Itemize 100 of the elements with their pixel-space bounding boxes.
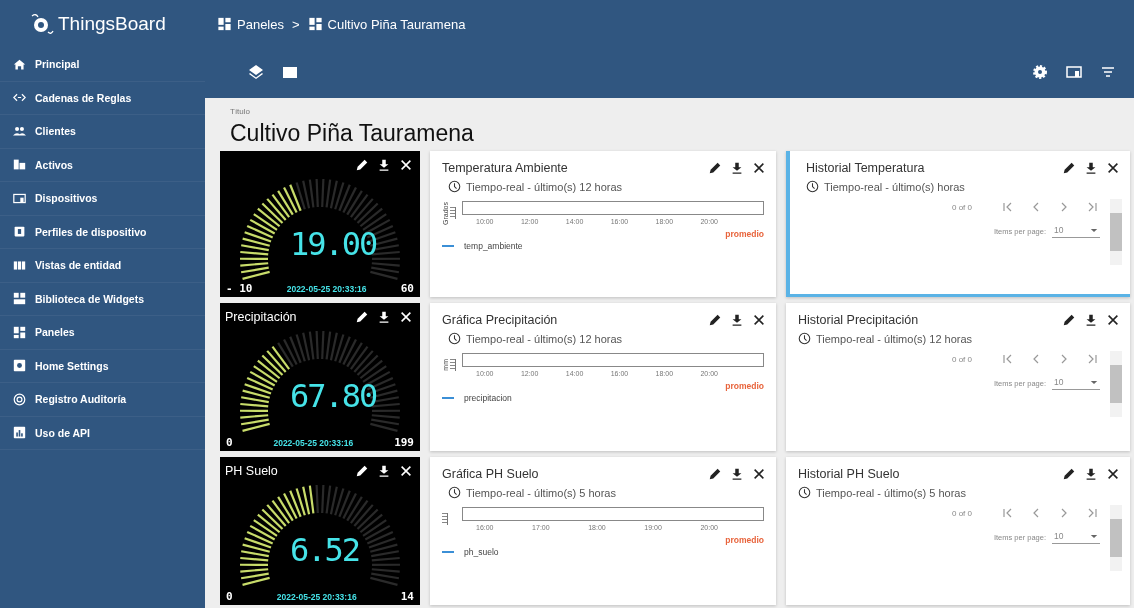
legend-line xyxy=(442,551,454,553)
widget-title: PH Suelo xyxy=(225,464,278,478)
sidebar-label: Dispositivos xyxy=(35,192,98,205)
building-icon xyxy=(13,158,26,172)
sidebar-label: Cadenas de Reglas xyxy=(35,91,132,104)
sidebar-item[interactable]: Home Settings xyxy=(0,349,205,383)
dashboard-title: Cultivo Piña Tauramena xyxy=(230,120,474,147)
download-icon xyxy=(730,467,744,481)
legend-label: precipitacion xyxy=(464,393,512,403)
close-icon xyxy=(1106,467,1120,481)
close-icon xyxy=(399,464,413,478)
widget-title: Historial Precipitación xyxy=(798,313,919,327)
clock-icon xyxy=(448,486,461,499)
clock-icon xyxy=(806,180,819,193)
field-label: Título xyxy=(230,107,250,116)
fullscreen-button[interactable] xyxy=(282,64,298,80)
legend-label: temp_ambiente xyxy=(464,241,523,251)
bar-chart-icon xyxy=(13,426,26,440)
breadcrumb-link[interactable]: Paneles xyxy=(217,16,284,32)
sidebar-label: Home Settings xyxy=(35,359,109,372)
clock-icon xyxy=(798,486,811,499)
sidebar-label: Biblioteca de Widgets xyxy=(35,292,144,305)
download-icon xyxy=(1084,467,1098,481)
page-size-select[interactable]: 10 xyxy=(1052,225,1100,238)
gauge-min: 0 xyxy=(226,590,233,603)
page-range: 0 of 0 xyxy=(952,202,972,212)
scrollbar[interactable] xyxy=(1110,505,1122,571)
sidebar-item[interactable]: Activos xyxy=(0,148,205,182)
caret-icon xyxy=(1090,379,1098,385)
sidebar-item[interactable]: Vistas de entidad xyxy=(0,249,205,283)
aggregation-label: promedio xyxy=(725,229,764,239)
page-size-select[interactable]: 10 xyxy=(1052,531,1100,544)
dashboard-icon xyxy=(13,325,26,339)
timewindow-label: Tiempo-real - último(s) horas xyxy=(824,180,965,193)
close-icon xyxy=(752,313,766,327)
close-icon xyxy=(752,467,766,481)
legend-line xyxy=(442,397,454,399)
page-range: 0 of 0 xyxy=(952,508,972,518)
scrollbar[interactable] xyxy=(1110,351,1122,417)
gauge-min: - 10 xyxy=(226,282,253,295)
close-icon xyxy=(399,310,413,324)
sidebar-label: Uso de API xyxy=(35,426,91,439)
filter-button[interactable] xyxy=(1100,64,1116,80)
sidebar-label: Perfiles de dispositivo xyxy=(35,225,147,238)
layers-button[interactable] xyxy=(248,64,264,80)
devices-icon xyxy=(13,191,26,205)
gauge-max: 14 xyxy=(400,590,414,603)
gauge-max: 199 xyxy=(394,436,414,449)
y-ticks-drawing xyxy=(442,513,448,525)
sidebar-item[interactable]: Registro Auditoría xyxy=(0,383,205,417)
settings-icon xyxy=(13,359,26,373)
gauge-value: 6.52 xyxy=(290,531,360,569)
timewindow-label: Tiempo-real - último(s) 5 horas xyxy=(816,486,966,499)
settings-button[interactable] xyxy=(1032,64,1048,80)
page-size-select[interactable]: 10 xyxy=(1052,377,1100,390)
breadcrumb-link[interactable]: Cultivo Piña Tauramena xyxy=(307,16,466,32)
download-icon xyxy=(377,464,391,478)
sidebar-label: Registro Auditoría xyxy=(35,393,127,406)
people-icon xyxy=(13,124,26,138)
pencil-icon xyxy=(355,464,369,478)
pencil-icon xyxy=(355,310,369,324)
sidebar-item[interactable]: Cadenas de Reglas xyxy=(0,81,205,115)
download-icon xyxy=(1084,161,1098,175)
widget-title: Historial Temperatura xyxy=(806,161,925,175)
page-range: 0 of 0 xyxy=(952,354,972,364)
timestamp: 2022-05-25 20:33:16 xyxy=(276,592,357,602)
target-icon xyxy=(13,392,26,406)
card-icon xyxy=(13,225,26,239)
sidebar-label: Principal xyxy=(35,58,80,71)
sidebar-label: Activos xyxy=(35,158,73,171)
devices-button[interactable] xyxy=(1066,64,1082,80)
sidebar-item[interactable]: Dispositivos xyxy=(0,182,205,216)
legend-label: ph_suelo xyxy=(464,547,499,557)
widget-title: Precipitación xyxy=(225,310,297,324)
legend-line xyxy=(442,245,454,247)
sidebar-item[interactable]: Biblioteca de Widgets xyxy=(0,282,205,316)
timewindow-label: Tiempo-real - último(s) 12 horas xyxy=(816,332,973,345)
sidebar-item[interactable]: Perfiles de dispositivo xyxy=(0,215,205,249)
gauge-value: 19.00 xyxy=(290,225,377,263)
home-icon xyxy=(13,57,26,71)
timewindow-label: Tiempo-real - último(s) 12 horas xyxy=(466,332,623,345)
timewindow-label: Tiempo-real - último(s) 5 horas xyxy=(466,486,616,499)
clock-icon xyxy=(448,332,461,345)
sidebar-item[interactable]: Uso de API xyxy=(0,416,205,450)
dashboard-icon xyxy=(307,17,323,31)
aggregation-label: promedio xyxy=(725,381,764,391)
close-icon xyxy=(752,161,766,175)
scrollbar[interactable] xyxy=(1110,199,1122,265)
download-icon xyxy=(377,158,391,172)
sidebar-item[interactable]: Clientes xyxy=(0,115,205,149)
gauge-value: 67.80 xyxy=(290,377,377,415)
timestamp: 2022-05-25 20:33:16 xyxy=(286,284,367,294)
download-icon xyxy=(377,310,391,324)
pencil-icon xyxy=(708,161,722,175)
clock-icon xyxy=(798,332,811,345)
pencil-icon xyxy=(355,158,369,172)
gauge-max: 60 xyxy=(400,282,414,295)
download-icon xyxy=(730,313,744,327)
caret-icon xyxy=(1090,533,1098,539)
sidebar-item[interactable]: Paneles xyxy=(0,316,205,350)
